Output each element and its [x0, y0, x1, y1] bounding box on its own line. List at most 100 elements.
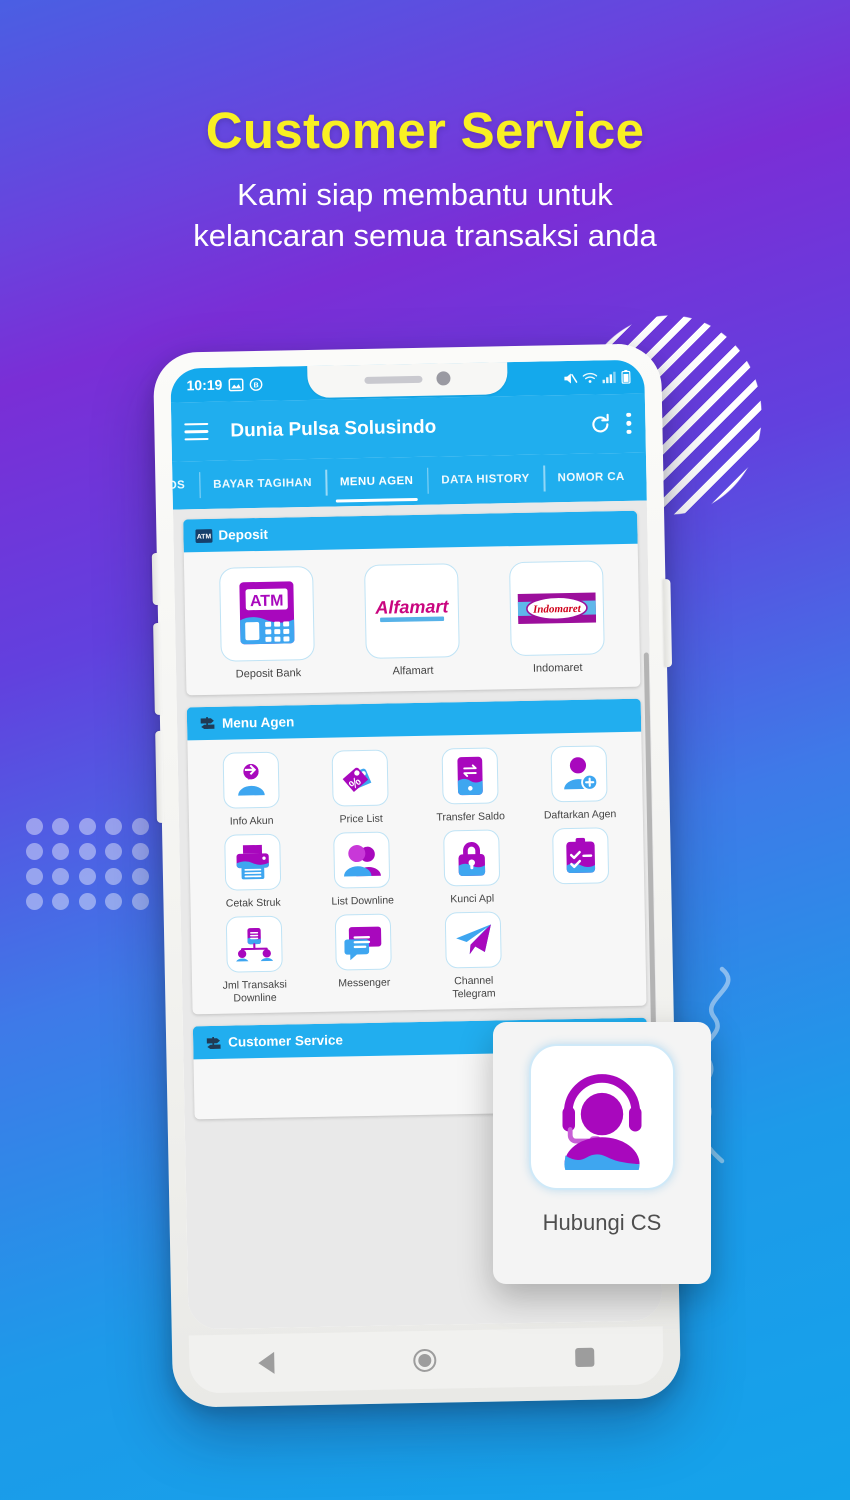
price-tag-icon: %: [342, 767, 372, 792]
signpost-icon: [200, 717, 215, 730]
menu-item-list-downline[interactable]: List Downline: [307, 831, 418, 909]
menu-item-channel-telegram[interactable]: Channel Telegram: [418, 911, 529, 1002]
phone-notch: [307, 360, 508, 399]
deposit-bank-label: Deposit Bank: [235, 667, 302, 681]
menu-item-price-list[interactable]: % Price List: [305, 749, 416, 827]
price-list-tile[interactable]: %: [331, 749, 389, 807]
menu-item-transfer-saldo[interactable]: Transfer Saldo: [415, 747, 526, 825]
section-customer-service-title: Customer Service: [228, 1032, 344, 1050]
section-deposit-title: Deposit: [218, 526, 269, 543]
deposit-item-bank[interactable]: ATM Deposit Bank: [194, 565, 341, 683]
menu-item-jml-transaksi-downline[interactable]: Jml Transaksi Downline: [199, 915, 310, 1006]
telegram-plane-icon: [455, 924, 491, 955]
channel-telegram-label: Channel Telegram: [452, 974, 496, 1001]
channel-telegram-tile[interactable]: [444, 911, 502, 969]
back-triangle-icon[interactable]: [258, 1351, 275, 1375]
status-bar-right: [562, 369, 631, 385]
section-menu-agen-title: Menu Agen: [221, 714, 295, 731]
section-deposit: ATM Deposit ATM Deposit Bank Alfamart Al…: [183, 510, 641, 696]
tab-data-history[interactable]: DATA HISTORY: [427, 455, 544, 505]
kebab-menu-icon[interactable]: [626, 412, 632, 435]
alfamart-tile[interactable]: Alfamart: [364, 563, 460, 659]
refresh-icon[interactable]: [588, 412, 612, 436]
phone-transfer-icon: [457, 756, 483, 795]
cetak-struk-tile[interactable]: [223, 833, 281, 891]
earpiece-speaker: [364, 375, 423, 384]
badge-icon: B: [249, 377, 263, 391]
cetak-struk-label: Cetak Struk: [225, 896, 281, 910]
deposit-item-alfamart[interactable]: Alfamart Alfamart: [339, 563, 486, 681]
list-downline-label: List Downline: [331, 894, 395, 908]
jml-transaksi-tile[interactable]: [225, 915, 283, 973]
android-navigation-bar: [188, 1326, 664, 1394]
atm-badge-icon: ATM: [195, 528, 213, 543]
menu-item-daftarkan-agen[interactable]: Daftarkan Agen: [524, 745, 635, 823]
hubungi-cs-tile[interactable]: [529, 1044, 675, 1190]
deposit-grid: ATM Deposit Bank Alfamart Alfamart Indom…: [184, 544, 641, 695]
clipboard-tile[interactable]: [552, 827, 610, 885]
tab-digipos[interactable]: DIGIPOS: [172, 461, 200, 510]
phone-power-button[interactable]: [663, 579, 673, 668]
tab-nomor-ca[interactable]: NOMOR CA: [543, 453, 639, 503]
svg-text:Alfamart: Alfamart: [374, 596, 449, 617]
signal-icon: [602, 371, 616, 384]
lock-icon: [458, 841, 485, 876]
tab-menu-agen[interactable]: MENU AGEN: [325, 457, 427, 507]
org-chart-icon: [235, 927, 273, 962]
subtitle-line-2: kelancaran semua transaksi anda: [193, 217, 657, 253]
menu-item-kunci-aplikasi[interactable]: Kunci Apl: [416, 829, 527, 907]
menu-item-clipboard[interactable]: [526, 827, 637, 905]
daftarkan-agen-tile[interactable]: [550, 745, 608, 803]
dot-grid-decoration: [26, 818, 158, 918]
daftarkan-agen-label: Daftarkan Agen: [543, 807, 617, 822]
transfer-saldo-label: Transfer Saldo: [436, 810, 505, 824]
section-menu-agen: Menu Agen Info Akun % Price List Transfe…: [186, 698, 647, 1015]
status-bar-left: 10:19 B: [186, 376, 263, 393]
svg-text:Indomaret: Indomaret: [532, 603, 582, 616]
list-downline-tile[interactable]: [333, 831, 391, 889]
svg-text:ATM: ATM: [197, 533, 212, 540]
tab-bayar-tagihan[interactable]: BAYAR TAGIHAN: [199, 459, 327, 509]
battery-icon: [621, 369, 631, 384]
clipboard-check-icon: [566, 837, 596, 873]
indomaret-logo: Indomaret: [517, 592, 596, 625]
messenger-tile[interactable]: [334, 913, 393, 971]
app-title: Dunia Pulsa Solusindo: [230, 416, 437, 441]
svg-text:B: B: [253, 382, 258, 389]
hubungi-cs-label: Hubungi CS: [542, 1210, 662, 1235]
page-title: Customer Service: [205, 102, 645, 159]
kunci-aplikasi-label: Kunci Apl: [450, 892, 495, 906]
users-group-icon: [344, 844, 382, 877]
hubungi-cs-overlay-card[interactable]: Hubungi CS: [493, 1022, 711, 1284]
menu-item-messenger[interactable]: Messenger: [308, 913, 419, 1004]
kunci-aplikasi-tile[interactable]: [442, 829, 500, 887]
info-akun-label: Info Akun: [229, 814, 274, 828]
indomaret-label: Indomaret: [532, 661, 583, 675]
recents-square-icon[interactable]: [574, 1347, 595, 1367]
chat-bubbles-icon: [344, 926, 382, 961]
headset-support-icon: [562, 1074, 642, 1170]
signpost-icon: [206, 1036, 221, 1049]
price-list-label: Price List: [339, 812, 383, 826]
headline-block: Customer Service Kami siap membantu untu…: [0, 104, 850, 256]
add-user-icon: [564, 757, 599, 791]
printer-icon: [236, 844, 269, 880]
menu-item-cetak-struk[interactable]: Cetak Struk: [197, 833, 308, 911]
mute-icon: [564, 372, 578, 383]
indomaret-tile[interactable]: Indomaret: [508, 560, 605, 657]
home-circle-icon[interactable]: [413, 1348, 437, 1372]
user-login-icon: [237, 763, 265, 796]
transfer-saldo-tile[interactable]: [441, 747, 499, 805]
hamburger-icon[interactable]: [184, 422, 209, 441]
deposit-item-indomaret[interactable]: Indomaret Indomaret: [483, 560, 630, 678]
alfamart-logo: Alfamart: [374, 596, 450, 623]
menu-item-info-akun[interactable]: Info Akun: [196, 751, 307, 829]
phone-side-button-1[interactable]: [151, 552, 160, 606]
alfamart-label: Alfamart: [392, 664, 434, 678]
front-camera: [436, 371, 451, 386]
info-akun-tile[interactable]: [222, 751, 280, 809]
svg-text:ATM: ATM: [250, 593, 284, 611]
deposit-bank-tile[interactable]: ATM: [219, 565, 316, 662]
menu-agen-grid: Info Akun % Price List Transfer Saldo Da…: [187, 731, 646, 1014]
image-icon: [228, 377, 244, 391]
